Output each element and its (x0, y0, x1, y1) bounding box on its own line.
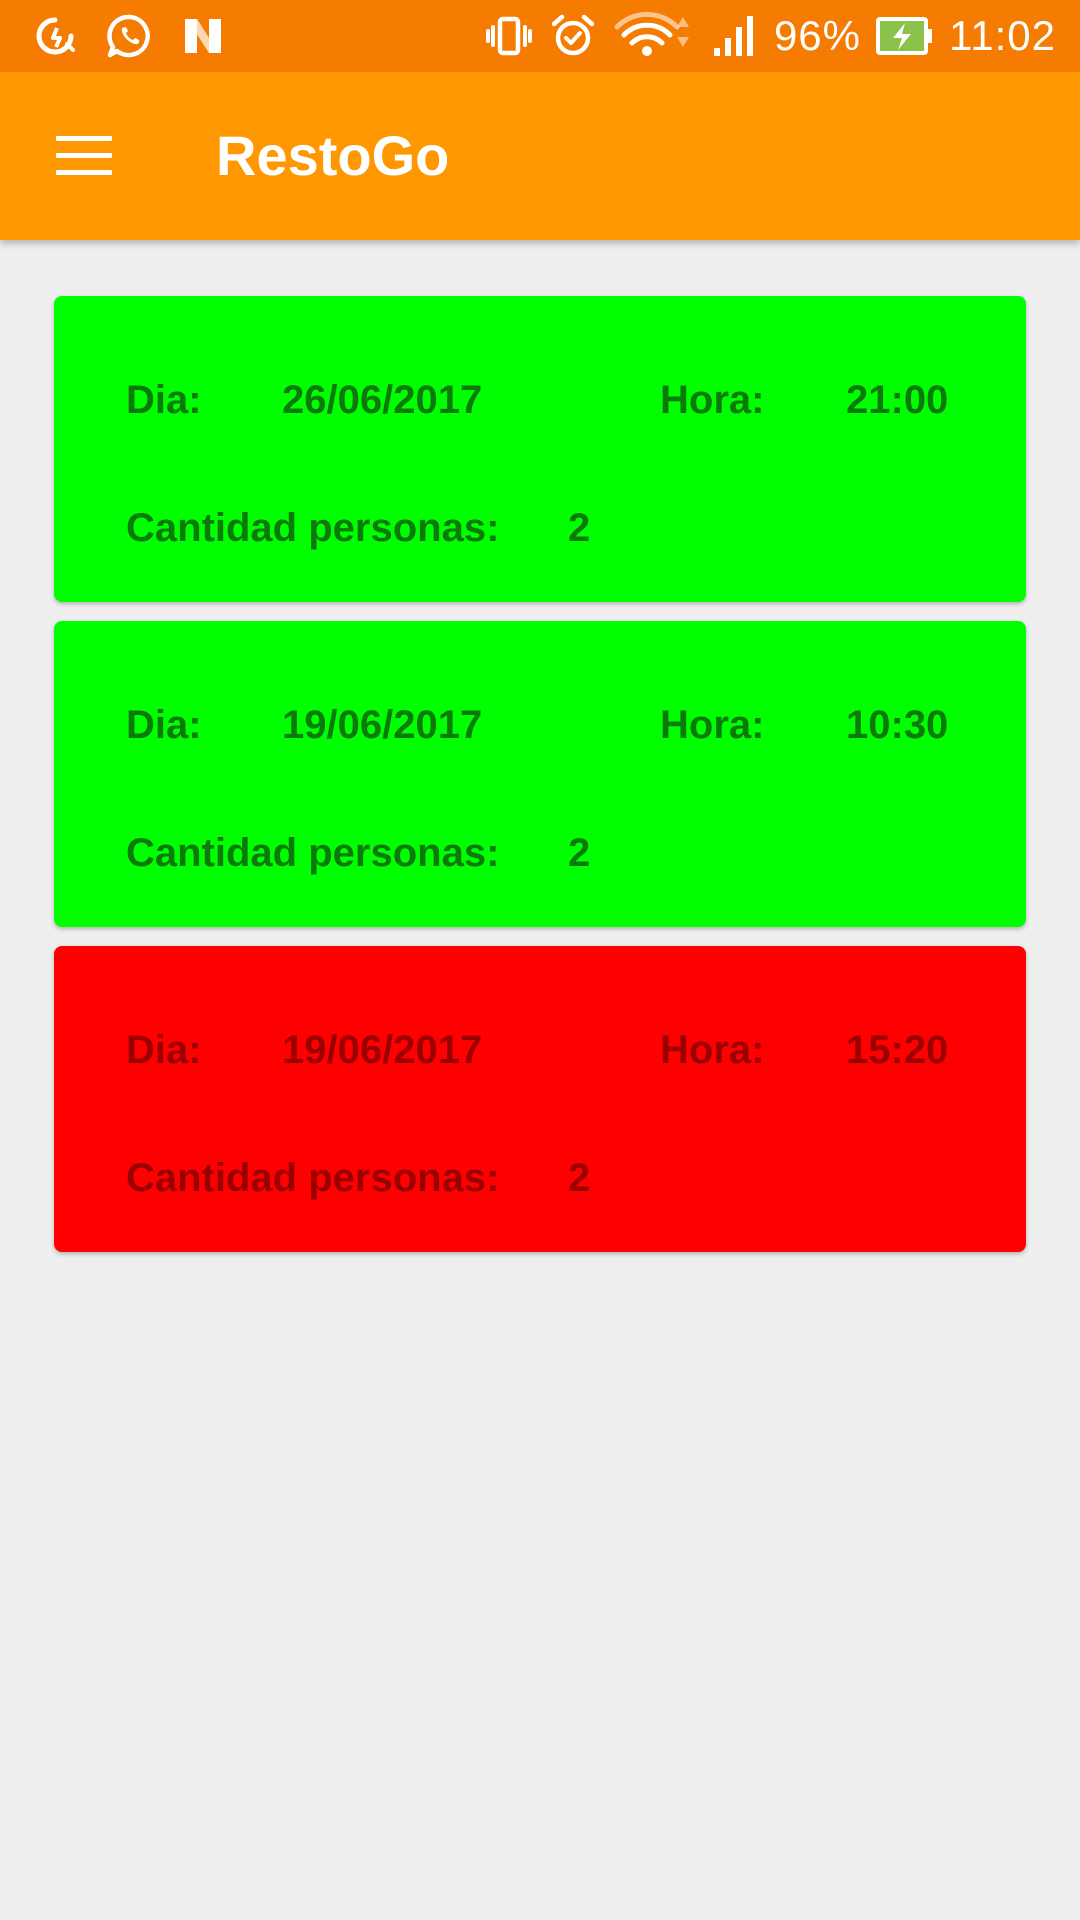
alarm-icon (548, 11, 598, 61)
people-value: 2 (568, 506, 591, 550)
day-value: 19/06/2017 (282, 1028, 483, 1072)
reservation-card[interactable]: Dia: 19/06/2017 Hora: 10:30 Cantidad per… (54, 621, 1026, 927)
hamburger-menu-icon (56, 136, 112, 176)
reservations-list: Dia: 26/06/2017 Hora: 21:00 Cantidad per… (54, 296, 1026, 1271)
day-value: 19/06/2017 (282, 703, 483, 747)
menu-button[interactable] (40, 116, 128, 196)
people-label: Cantidad personas: (126, 831, 500, 875)
vibrate-icon (484, 11, 534, 61)
hour-value: 15:20 (846, 1028, 949, 1072)
hour-label: Hora: (660, 703, 765, 747)
status-bar: 96% 11:02 (0, 0, 1080, 72)
people-value: 2 (568, 1156, 591, 1200)
status-left-icons (30, 10, 228, 62)
data-saver-icon (30, 11, 80, 61)
reservation-card[interactable]: Dia: 26/06/2017 Hora: 21:00 Cantidad per… (54, 296, 1026, 602)
people-value: 2 (568, 831, 591, 875)
hour-label: Hora: (660, 1028, 765, 1072)
day-label: Dia: (126, 1028, 202, 1072)
people-label: Cantidad personas: (126, 1156, 500, 1200)
day-value: 26/06/2017 (282, 378, 483, 422)
hour-label: Hora: (660, 378, 765, 422)
status-right-icons: 96% 11:02 (484, 10, 1056, 62)
day-label: Dia: (126, 378, 202, 422)
signal-icon (710, 11, 760, 61)
clock: 11:02 (949, 12, 1056, 59)
n-app-icon (178, 11, 228, 61)
wifi-icon (612, 11, 696, 61)
app-bar: RestoGo (0, 72, 1080, 240)
hour-value: 21:00 (846, 378, 949, 422)
hour-value: 10:30 (846, 703, 949, 747)
battery-percentage: 96% (773, 12, 861, 59)
battery-charging-icon (875, 11, 935, 61)
whatsapp-icon (104, 11, 154, 61)
day-label: Dia: (126, 703, 202, 747)
reservation-card[interactable]: Dia: 19/06/2017 Hora: 15:20 Cantidad per… (54, 946, 1026, 1252)
people-label: Cantidad personas: (126, 506, 500, 550)
app-title: RestoGo (216, 124, 450, 187)
